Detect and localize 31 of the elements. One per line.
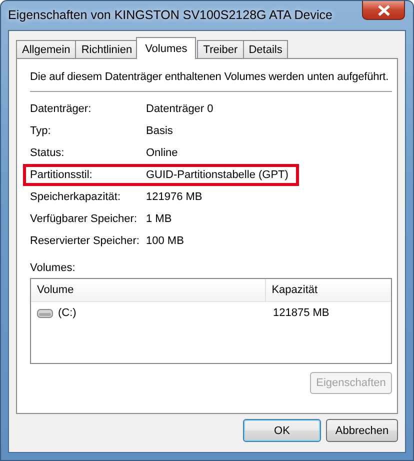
dialog-button[interactable]: Abbrechen (326, 419, 398, 442)
drive-label[interactable]: (C:) (58, 307, 76, 319)
property-label: Partitionsstil: (30, 169, 94, 181)
property-label: Datenträger: (30, 103, 92, 115)
column-header[interactable]: Kapazität (266, 279, 391, 301)
volume-capacity: 121875 MB (272, 307, 330, 319)
property-value: 1 MB (146, 213, 172, 225)
tab[interactable]: Richtlinien (75, 40, 138, 59)
property-value: GUID-Partitionstabelle (GPT) (146, 169, 288, 181)
property-label: Speicherkapazität: (30, 191, 122, 203)
close-button[interactable] (362, 1, 405, 20)
property-label: Verfügbarer Speicher: (30, 213, 138, 225)
property-value: 121976 MB (146, 191, 202, 203)
drive-icon (37, 308, 53, 318)
dialog-button[interactable]: OK (243, 419, 321, 442)
property-value: Basis (146, 125, 173, 137)
property-value: 100 MB (146, 235, 184, 247)
window-title: Eigenschaften von KINGSTON SV100S2128G ATA Device (8, 8, 332, 22)
property-value: Online (146, 147, 178, 159)
property-label: Typ: (30, 125, 52, 137)
property-label: Reservierter Speicher: (30, 235, 140, 247)
close-icon (378, 4, 390, 16)
column-header[interactable]: Volume (31, 279, 266, 301)
tab[interactable]: Volumes (136, 37, 196, 59)
tab[interactable]: Details (242, 40, 288, 59)
description-text: Die auf diesem Datenträger enthaltenen Volumes werden unten aufgeführt. (30, 71, 390, 83)
property-label: Status: (30, 147, 66, 159)
tab[interactable]: Allgemein (16, 40, 76, 59)
tab[interactable]: Treiber (197, 40, 244, 59)
volumes-label: Volumes: (30, 262, 76, 274)
property-value: Datenträger 0 (146, 103, 214, 115)
